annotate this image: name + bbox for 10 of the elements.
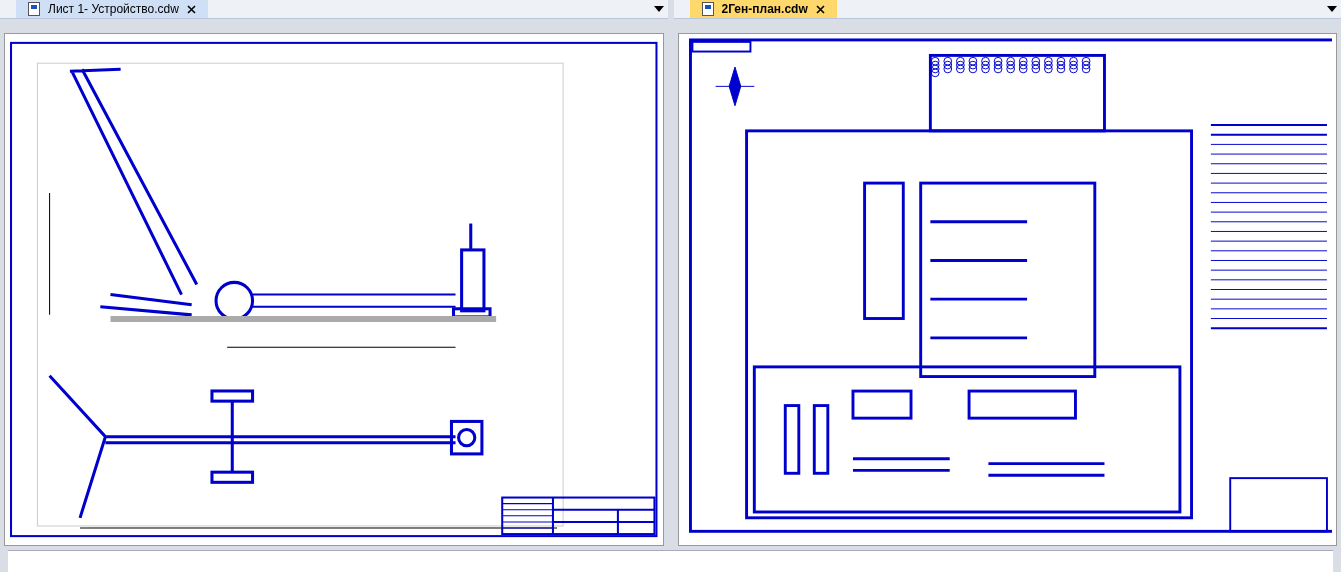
tab-label: Лист 1- Устройство.cdw (48, 1, 179, 18)
document-tab[interactable]: 2Ген-план.cdw (689, 0, 837, 18)
document-icon (28, 2, 40, 16)
close-icon[interactable] (815, 4, 825, 14)
dropdown-icon[interactable] (653, 6, 664, 12)
close-icon[interactable] (186, 4, 196, 14)
document-icon (701, 2, 714, 16)
dropdown-icon[interactable] (1327, 6, 1337, 12)
tab-label: 2Ген-план.cdw (721, 1, 808, 18)
document-tab[interactable]: Лист 1- Устройство.cdw (16, 0, 208, 18)
